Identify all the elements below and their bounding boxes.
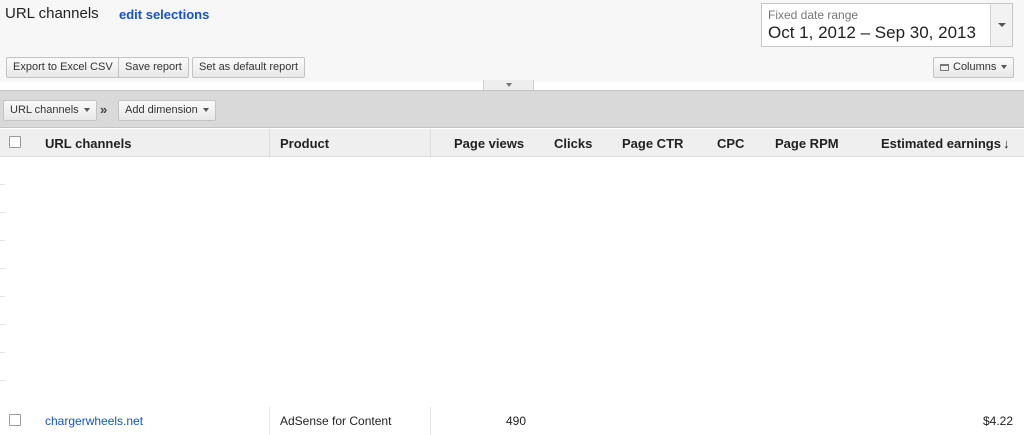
column-divider (269, 129, 270, 157)
tick (0, 324, 5, 325)
column-header-page-rpm[interactable]: Page RPM (775, 136, 839, 151)
tick (0, 296, 5, 297)
product-cell: AdSense for Content (280, 414, 392, 428)
double-chevron-icon: » (100, 102, 108, 117)
date-range-value: Oct 1, 2012 – Sep 30, 2013 (768, 23, 976, 42)
estimated-earnings-label: Estimated earnings (881, 136, 1001, 151)
url-channels-dimension-dropdown[interactable]: URL channels (3, 100, 97, 121)
chevron-down-icon (1001, 65, 1008, 70)
row-checkbox[interactable] (9, 414, 21, 426)
tick (0, 352, 5, 353)
columns-icon (940, 63, 949, 71)
column-header-estimated-earnings[interactable]: Estimated earnings ↓ (881, 136, 1009, 151)
export-csv-button[interactable]: Export to Excel CSV (6, 57, 120, 78)
columns-button[interactable]: Columns (933, 57, 1015, 78)
column-header-page-views[interactable]: Page views (454, 136, 524, 151)
table-header: URL channels Product Page views Clicks P… (0, 129, 1024, 157)
dimension-bar: URL channels » Add dimension (0, 90, 1024, 128)
chevron-down-icon (506, 83, 512, 87)
select-all-checkbox[interactable] (9, 136, 21, 148)
column-divider (430, 407, 431, 435)
tick (0, 240, 5, 241)
column-header-page-ctr[interactable]: Page CTR (622, 136, 683, 151)
chevron-down-icon (83, 108, 90, 113)
column-divider (430, 129, 431, 157)
date-range-dropdown-button[interactable] (990, 4, 1012, 46)
row-tick-marks (0, 157, 6, 407)
tick (0, 380, 5, 381)
table-row: chargerwheels.net AdSense for Content 49… (0, 407, 1024, 435)
columns-button-label: Columns (953, 61, 997, 73)
estimated-earnings-cell: $4.22 (982, 414, 1013, 428)
url-channel-link[interactable]: chargerwheels.net (45, 414, 143, 428)
date-range-picker[interactable]: Fixed date range Oct 1, 2012 – Sep 30, 2… (761, 3, 1013, 47)
save-report-button[interactable]: Save report (118, 57, 189, 78)
tick (0, 268, 5, 269)
set-default-report-button[interactable]: Set as default report (192, 57, 306, 78)
dimension-label: URL channels (10, 104, 79, 116)
column-header-cpc[interactable]: CPC (717, 136, 744, 151)
add-dimension-dropdown[interactable]: Add dimension (118, 100, 216, 121)
chevron-down-icon (998, 23, 1006, 27)
sort-descending-icon: ↓ (1002, 136, 1010, 151)
date-range-label: Fixed date range (768, 8, 859, 22)
column-header-product[interactable]: Product (280, 136, 329, 151)
tick (0, 212, 5, 213)
page-title: URL channels (5, 5, 99, 22)
add-dimension-label: Add dimension (125, 104, 198, 116)
column-header-clicks[interactable]: Clicks (554, 136, 592, 151)
column-divider (269, 407, 270, 435)
edit-selections-link[interactable]: edit selections (119, 7, 209, 22)
column-header-url-channels[interactable]: URL channels (45, 136, 131, 151)
chevron-down-icon (202, 108, 209, 113)
page-views-cell: 490 (505, 414, 526, 428)
tick (0, 184, 5, 185)
report-header-area: URL channels edit selections Fixed date … (0, 0, 1024, 82)
